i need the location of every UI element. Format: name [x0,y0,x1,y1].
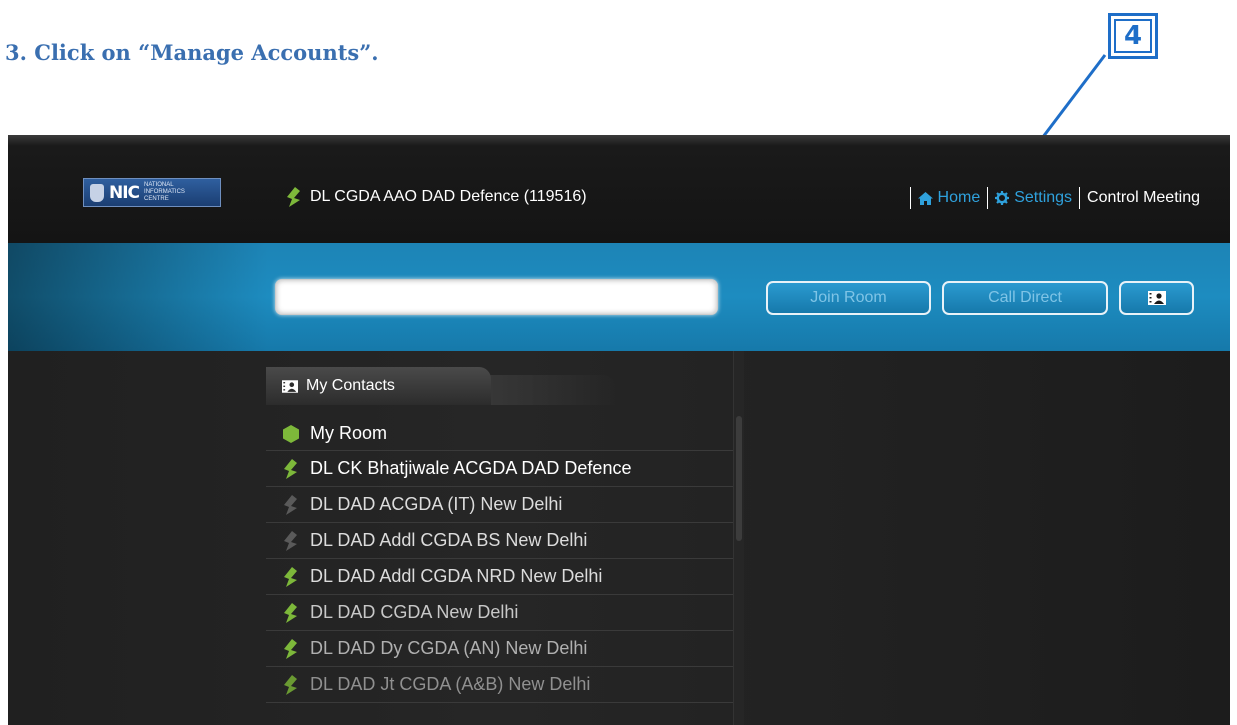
user-status-icon [287,187,300,207]
nav-divider [909,187,911,209]
tab-my-contacts[interactable]: My Contacts [266,367,491,405]
contact-card-icon [282,379,298,393]
emblem-icon [90,183,104,202]
list-item[interactable]: DL DAD Addl CGDA BS New Delhi [266,523,741,559]
online-status-icon [284,458,297,479]
logo-wordmark: NIC [109,182,140,203]
top-nav: Home Settings Control Meeting [903,187,1200,209]
offline-status-icon [284,530,297,551]
home-link[interactable]: Home [917,189,981,207]
search-input[interactable] [275,279,718,315]
list-item-label: DL DAD Addl CGDA NRD New Delhi [310,566,603,586]
settings-link[interactable]: Settings [995,189,1072,207]
online-status-icon [284,566,297,587]
list-item-label: DL DAD ACGDA (IT) New Delhi [310,494,563,514]
list-item-label: DL DAD CGDA New Delhi [310,602,519,622]
room-icon [283,424,299,443]
scrollbar-thumb[interactable] [736,416,742,541]
nav-divider [987,187,989,209]
online-status-icon [284,638,297,659]
home-label: Home [937,189,981,206]
list-item-label: My Room [310,423,388,443]
list-item[interactable]: DL DAD Dy CGDA (AN) New Delhi [266,631,741,667]
contacts-button[interactable] [1119,281,1194,315]
nav-divider [1079,187,1081,209]
list-item-label: DL DAD Addl CGDA BS New Delhi [310,530,588,550]
contact-list: My Room DL CK Bhatjiwale ACGDA DAD Defen… [266,417,741,703]
online-status-icon [284,674,297,695]
list-item[interactable]: DL DAD Jt CGDA (A&B) New Delhi [266,667,741,703]
top-bar: NIC NATIONAL INFORMATICS CENTRE DL CGDA … [8,135,1230,243]
offline-status-icon [284,494,297,515]
contact-card-icon [1147,291,1166,305]
home-icon [917,191,933,205]
call-direct-button[interactable]: Call Direct [942,281,1108,315]
join-room-button[interactable]: Join Room [766,281,931,315]
settings-label: Settings [1014,189,1073,206]
tab-label: My Contacts [306,377,395,394]
gear-icon [995,191,1010,205]
current-user: DL CGDA AAO DAD Defence (119516) [286,187,587,207]
step-number: 4 [1114,19,1152,53]
list-item-my-room[interactable]: My Room [266,417,741,451]
action-bar: Join Room Call Direct [8,243,1230,351]
list-item-label: DL DAD Jt CGDA (A&B) New Delhi [310,674,591,694]
logo-subtitle: NATIONAL INFORMATICS CENTRE [144,182,185,202]
list-item[interactable]: DL CK Bhatjiwale ACGDA DAD Defence [266,451,741,487]
app-window: NIC NATIONAL INFORMATICS CENTRE DL CGDA … [8,135,1230,725]
control-meeting-link[interactable]: Control Meeting [1087,189,1200,207]
user-name: DL CGDA AAO DAD Defence (119516) [310,188,587,205]
list-item[interactable]: DL DAD CGDA New Delhi [266,595,741,631]
contact-list-scrollbar[interactable] [733,351,744,725]
list-item-label: DL DAD Dy CGDA (AN) New Delhi [310,638,588,658]
list-item-label: DL CK Bhatjiwale ACGDA DAD Defence [310,458,632,478]
nic-logo: NIC NATIONAL INFORMATICS CENTRE [83,178,221,207]
online-status-icon [284,602,297,623]
instruction-text: 3. Click on “Manage Accounts”. [5,40,379,65]
list-item[interactable]: DL DAD ACGDA (IT) New Delhi [266,487,741,523]
step-number-badge: 4 [1108,13,1158,59]
tab-shadow [486,375,616,405]
contacts-panel: My Contacts My Room DL CK Bhatjiwale ACG… [266,351,744,725]
list-item[interactable]: DL DAD Addl CGDA NRD New Delhi [266,559,741,595]
